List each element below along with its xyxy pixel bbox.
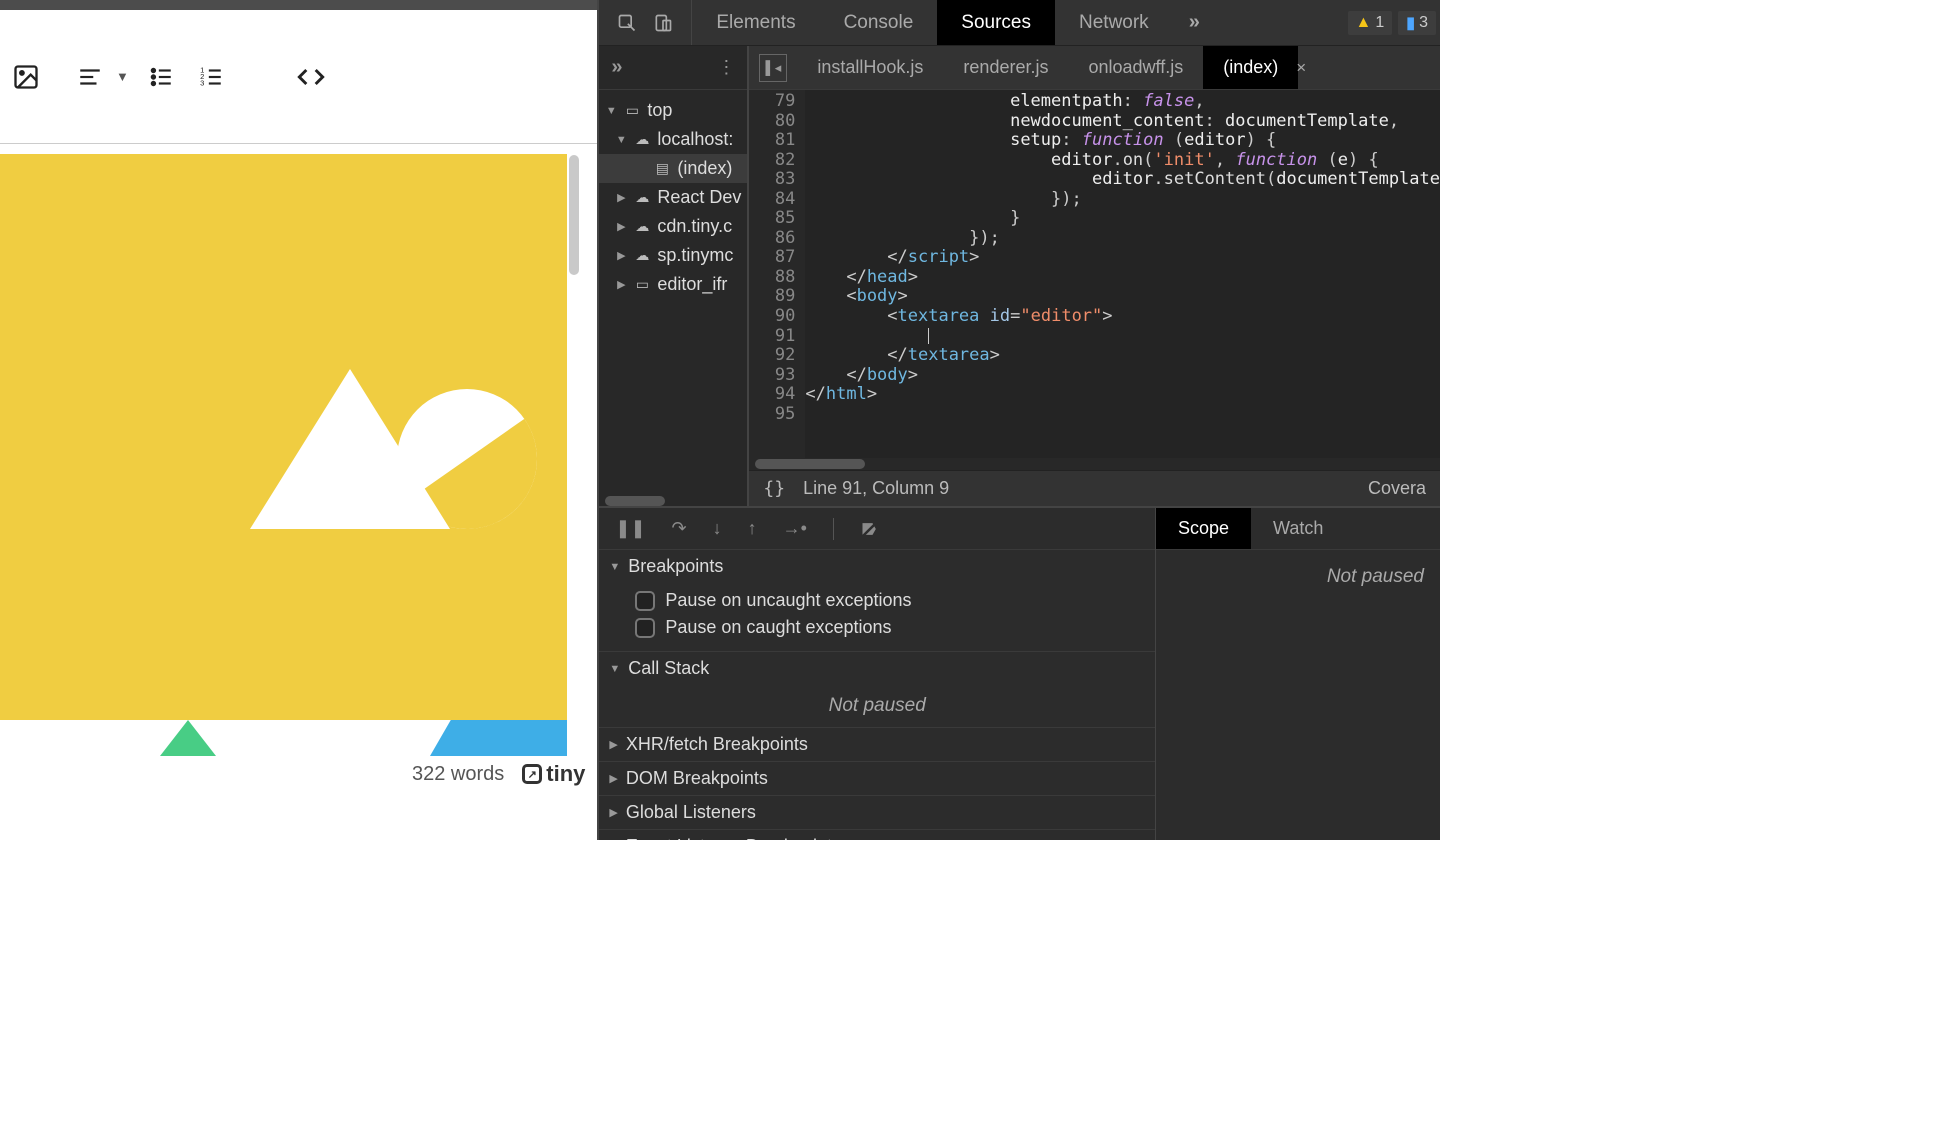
file-tab[interactable]: (index) [1203, 46, 1298, 89]
pretty-print-icon[interactable]: {} [763, 478, 785, 499]
word-count: 322 words [412, 763, 504, 786]
editor-pane: ▼ 123 [0, 0, 597, 840]
breakpoints-section-header[interactable]: ▼Breakpoints [599, 550, 1155, 583]
close-file-tab[interactable]: × [1288, 58, 1314, 78]
editor-toolbar: ▼ 123 [0, 10, 597, 144]
band-triangle [160, 720, 216, 756]
tab-console[interactable]: Console [820, 0, 938, 45]
section-header[interactable]: ▶XHR/fetch Breakpoints [599, 728, 1155, 761]
deactivate-breakpoints-button[interactable] [860, 519, 880, 539]
artwork [150, 254, 550, 554]
tree-item[interactable]: ▶☁sp.tinymc [599, 241, 747, 270]
nav-menu-button[interactable]: ⋮ [717, 57, 735, 78]
step-into-button[interactable]: ↓ [713, 518, 722, 539]
issue-count: 3 [1419, 14, 1428, 32]
callstack-not-paused: Not paused [599, 685, 1155, 727]
file-tab[interactable]: installHook.js [797, 46, 943, 89]
numbered-list-button[interactable]: 123 [193, 59, 229, 95]
file-tab[interactable]: onloadwff.js [1068, 46, 1203, 89]
section-header[interactable]: ▶Event Listener Breakpoints [599, 830, 1155, 840]
issue-icon: ▮ [1406, 13, 1415, 33]
triangle-shape [250, 369, 450, 529]
pause-uncaught-checkbox[interactable]: Pause on uncaught exceptions [635, 587, 1145, 614]
vertical-scrollbar[interactable] [569, 155, 579, 275]
svg-text:3: 3 [200, 78, 204, 87]
issues-badge[interactable]: ▮3 [1398, 11, 1436, 35]
tab-network[interactable]: Network [1055, 0, 1173, 45]
tree-item[interactable]: ▤(index) [599, 154, 747, 183]
scope-tabs: ScopeWatch [1156, 508, 1440, 550]
tiny-logo[interactable]: ↗ tiny [522, 761, 585, 787]
section-header[interactable]: ▶DOM Breakpoints [599, 762, 1155, 795]
file-tab[interactable]: renderer.js [943, 46, 1068, 89]
tiny-logo-icon: ↗ [522, 764, 542, 784]
editor-canvas[interactable] [0, 154, 567, 756]
pause-uncaught-label: Pause on uncaught exceptions [665, 590, 911, 611]
pause-button[interactable]: ❚❚ [615, 518, 645, 539]
breakpoints-label: Breakpoints [628, 556, 723, 577]
device-toggle-icon[interactable] [653, 13, 673, 33]
tab-elements[interactable]: Elements [692, 0, 819, 45]
chevron-down-icon[interactable]: ▼ [116, 69, 129, 84]
navigator-toggle-icon[interactable]: ▌◂ [759, 54, 787, 82]
warning-icon: ▲ [1356, 14, 1372, 32]
source-file-tabs: ▌◂ installHook.jsrenderer.jsonloadwff.js… [749, 46, 1440, 90]
bullet-list-button[interactable] [143, 59, 179, 95]
warnings-badge[interactable]: ▲1 [1348, 11, 1393, 35]
line-gutter: 79 80 81 82 83 84 85 86 87 88 89 90 91 9… [749, 90, 805, 458]
code-text[interactable]: elementpath: false, newdocument_content:… [805, 90, 1440, 458]
callstack-section-header[interactable]: ▼Call Stack [599, 652, 1155, 685]
insert-image-button[interactable] [8, 59, 44, 95]
step-out-button[interactable]: ↑ [748, 518, 757, 539]
tree-item[interactable]: ▼☁localhost: [599, 125, 747, 154]
scope-tab-scope[interactable]: Scope [1156, 508, 1251, 549]
tree-item[interactable]: ▶☁React Dev [599, 183, 747, 212]
tiny-logo-text: tiny [546, 761, 585, 787]
artwork-band [0, 720, 567, 756]
code-button[interactable] [293, 59, 329, 95]
warning-count: 1 [1375, 14, 1384, 32]
pause-caught-label: Pause on caught exceptions [665, 617, 891, 638]
tree-horizontal-scrollbar[interactable] [605, 496, 665, 506]
source-status-bar: {} Line 91, Column 9 Covera [749, 470, 1440, 506]
step-over-button[interactable]: ↷ [672, 518, 687, 539]
source-code-area[interactable]: 79 80 81 82 83 84 85 86 87 88 89 90 91 9… [749, 90, 1440, 458]
nav-more-button[interactable]: » [611, 56, 622, 79]
tree-item[interactable]: ▶▭editor_ifr [599, 270, 747, 299]
debugger-panel: ❚❚ ↷ ↓ ↑ →• ▼Breakpoints Pause on uncaug… [599, 506, 1440, 840]
band-blue-shape [430, 720, 567, 756]
callstack-label: Call Stack [628, 658, 709, 679]
browser-chrome-strip [0, 0, 597, 10]
coverage-link[interactable]: Covera [1368, 478, 1426, 499]
navigator-panel: » ⋮ ▼▭top▼☁localhost:▤(index)▶☁React Dev… [599, 46, 749, 506]
more-tabs-button[interactable]: » [1173, 11, 1216, 34]
scope-not-paused: Not paused [1156, 550, 1440, 840]
tree-item[interactable]: ▶☁cdn.tiny.c [599, 212, 747, 241]
code-horizontal-scrollbar[interactable] [749, 458, 1440, 470]
inspect-icon[interactable] [617, 13, 637, 33]
devtools-tabs: ElementsConsoleSourcesNetwork » ▲1 ▮3 [599, 0, 1440, 46]
tab-sources[interactable]: Sources [937, 0, 1055, 45]
align-button[interactable] [72, 59, 108, 95]
tree-root[interactable]: ▼▭top [599, 96, 747, 125]
section-header[interactable]: ▶Global Listeners [599, 796, 1155, 829]
cursor-position: Line 91, Column 9 [803, 478, 949, 499]
debugger-toolbar: ❚❚ ↷ ↓ ↑ →• [599, 508, 1155, 550]
devtools: ElementsConsoleSourcesNetwork » ▲1 ▮3 » … [597, 0, 1440, 840]
scope-tab-watch[interactable]: Watch [1251, 508, 1345, 549]
pause-caught-checkbox[interactable]: Pause on caught exceptions [635, 614, 1145, 641]
editor-statusbar: 322 words ↗ tiny [0, 754, 597, 794]
step-button[interactable]: →• [783, 518, 807, 539]
